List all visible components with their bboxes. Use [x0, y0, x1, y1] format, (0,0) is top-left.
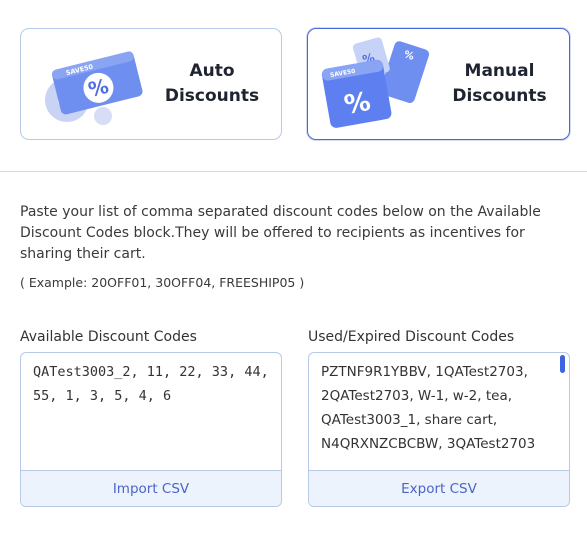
- auto-discounts-tab[interactable]: SAVE50 % Auto Discounts: [20, 28, 282, 140]
- available-codes-input[interactable]: QATest3003_2, 11, 22, 33, 44, 55, 1, 3, …: [21, 353, 281, 471]
- discount-type-tabs: SAVE50 % Auto Discounts % % SAVE50 % Man…: [20, 28, 570, 140]
- auto-discounts-title: Auto Discounts: [164, 61, 260, 106]
- used-codes-label: Used/Expired Discount Codes: [308, 329, 515, 345]
- manual-discounts-title: Manual Discounts: [452, 61, 547, 106]
- section-divider: [0, 171, 587, 172]
- percent-gear-icon: SAVE50 %: [45, 51, 143, 125]
- example-text: ( Example: 20OFF01, 30OFF04, FREESHIP05 …: [20, 275, 305, 290]
- coupon-tickets-icon: % % SAVE50 %: [321, 37, 430, 128]
- used-codes-scrollbar[interactable]: [560, 355, 565, 373]
- instructions-text: Paste your list of comma separated disco…: [20, 204, 541, 262]
- available-codes-panel: QATest3003_2, 11, 22, 33, 44, 55, 1, 3, …: [20, 352, 282, 507]
- manual-discounts-tab[interactable]: % % SAVE50 % Manual Discounts: [307, 28, 570, 140]
- export-csv-button[interactable]: Export CSV: [309, 470, 569, 506]
- svg-text:%: %: [342, 87, 373, 121]
- import-csv-button[interactable]: Import CSV: [21, 470, 281, 506]
- used-codes-panel: PZTNF9R1YBBV, 1QATest2703, 2QATest2703, …: [308, 352, 570, 507]
- available-codes-label: Available Discount Codes: [20, 329, 197, 345]
- used-codes-list: PZTNF9R1YBBV, 1QATest2703, 2QATest2703, …: [321, 364, 536, 452]
